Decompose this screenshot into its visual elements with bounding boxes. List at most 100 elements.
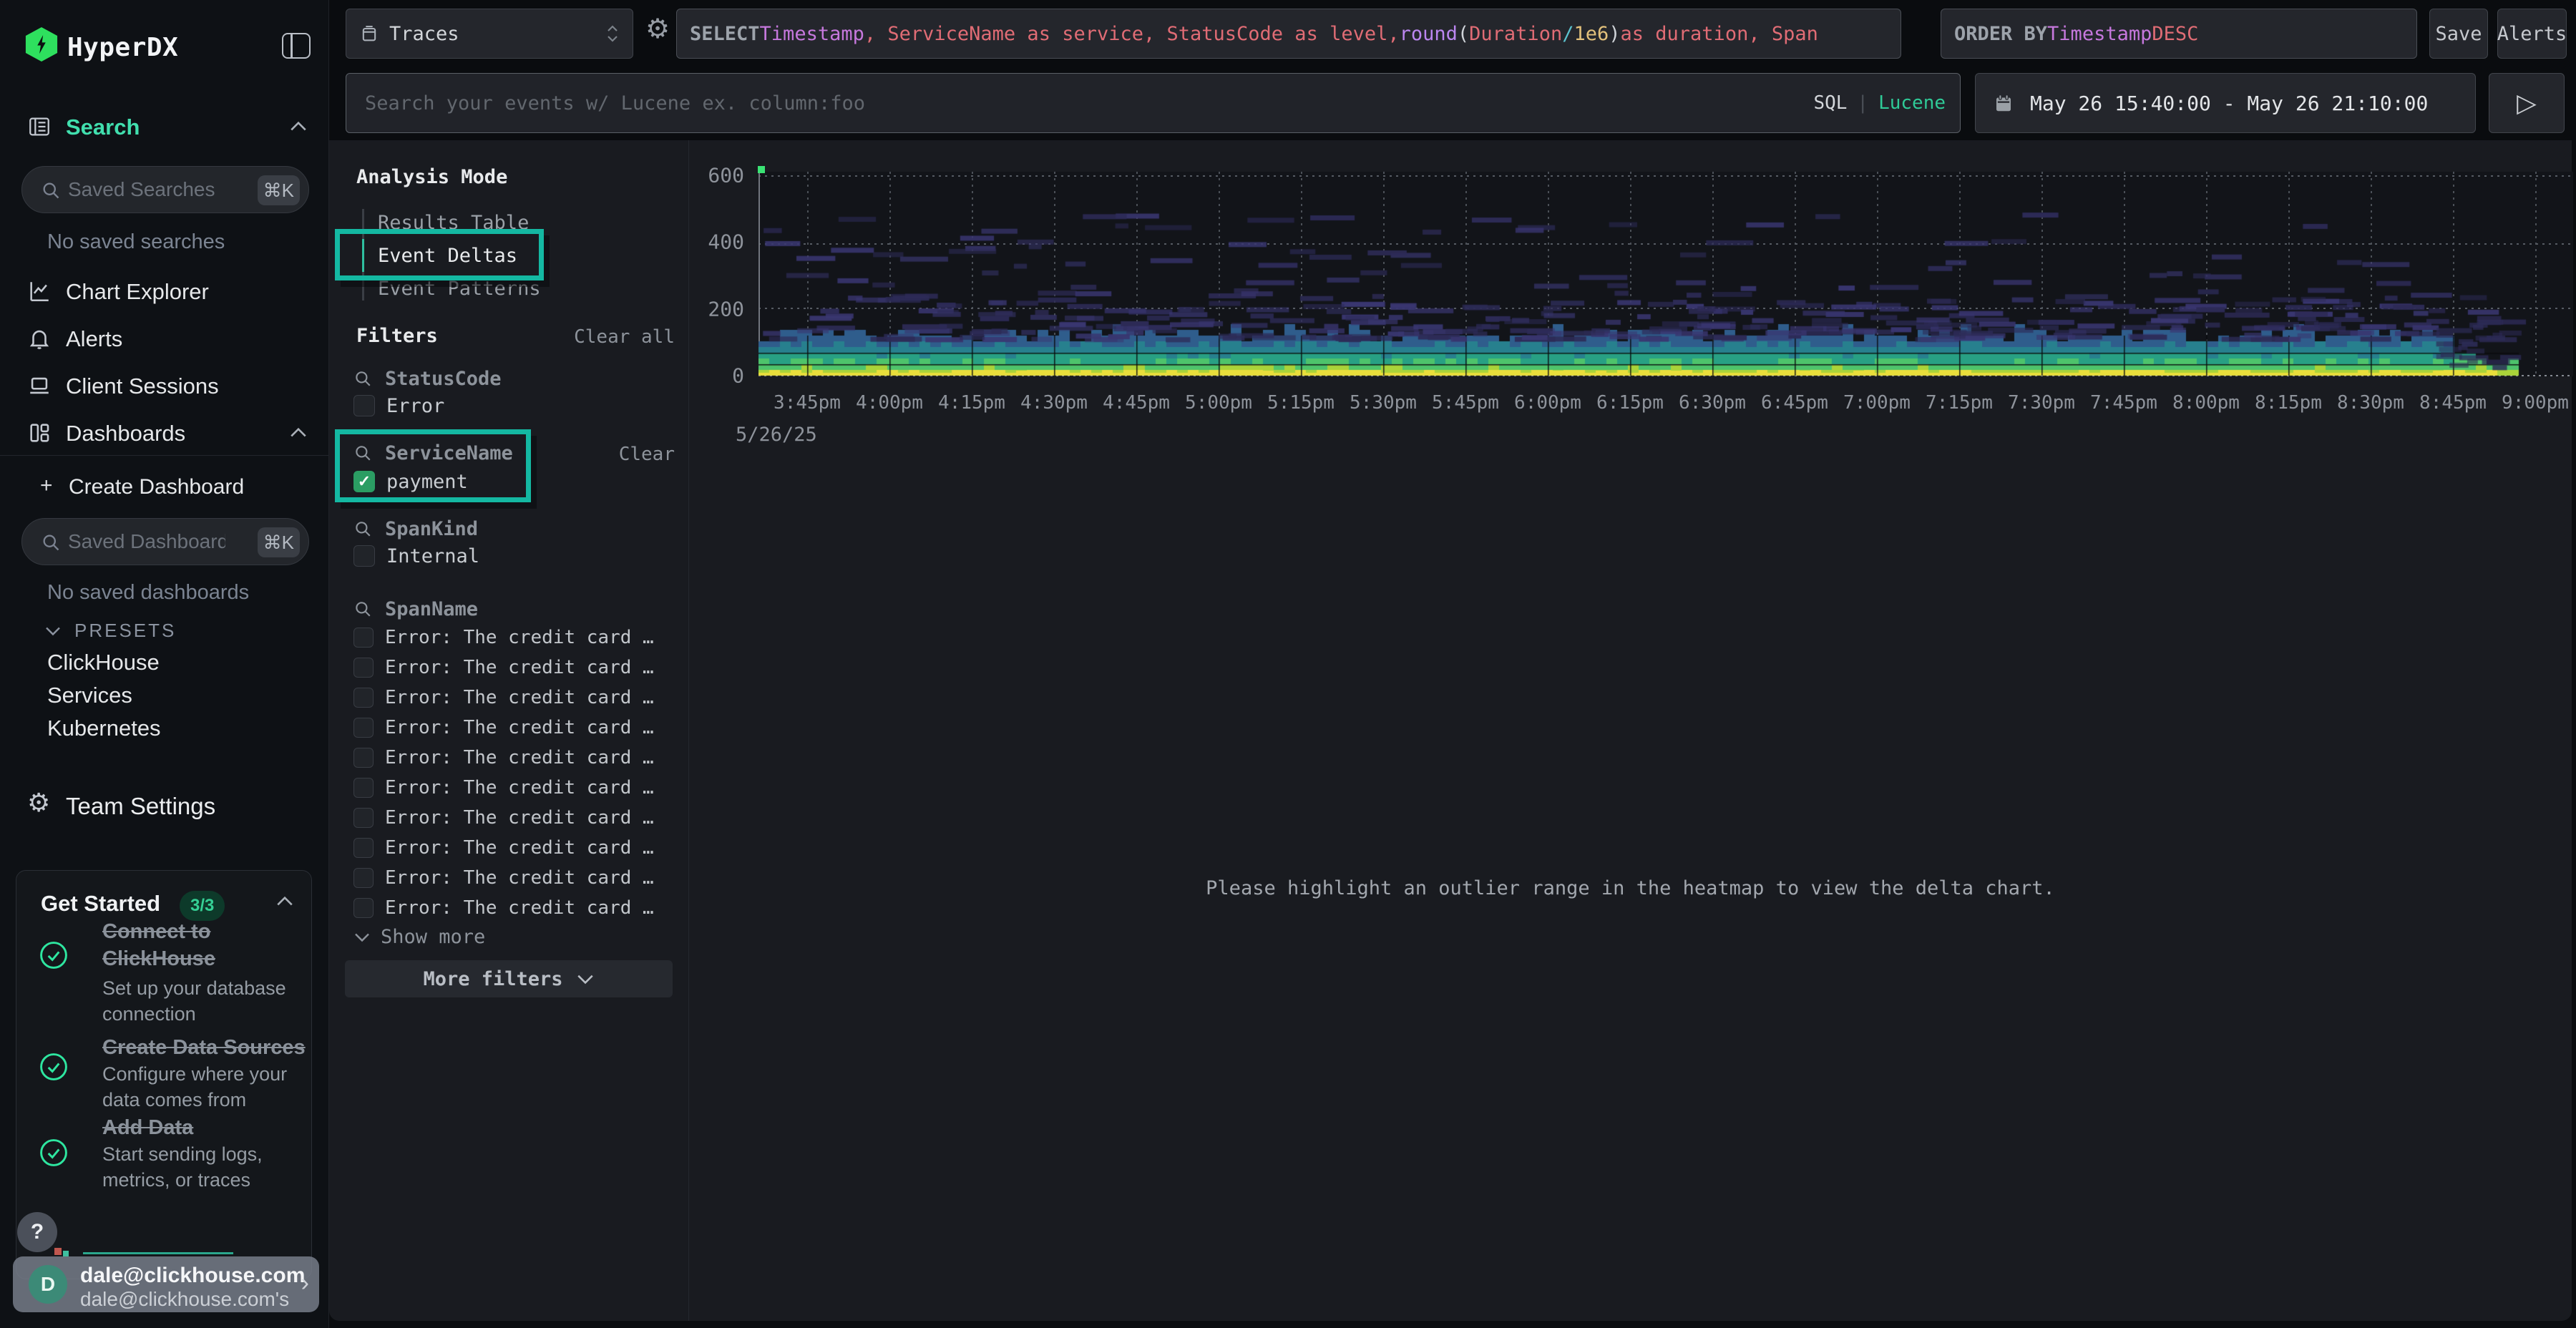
x-axis-tick-label: 4:15pm bbox=[938, 392, 1005, 414]
saved-dashboards-search[interactable]: ⌘K bbox=[21, 518, 309, 565]
saved-searches-search[interactable]: ⌘K bbox=[21, 166, 309, 213]
avatar: D bbox=[29, 1265, 67, 1304]
show-more-label: Show more bbox=[381, 926, 485, 948]
checkbox-unchecked[interactable] bbox=[353, 748, 374, 768]
sql-select-editor[interactable]: SELECT Timestamp, ServiceName as service… bbox=[676, 9, 1901, 59]
search-icon[interactable] bbox=[353, 369, 374, 389]
sidebar-item-chart-explorer[interactable]: Chart Explorer bbox=[0, 278, 328, 309]
filter-option-spanname[interactable]: Error: The credit card … bbox=[353, 687, 654, 708]
query-language-toggle[interactable]: SQL | Lucene bbox=[1813, 92, 1960, 114]
event-search-bar[interactable]: SQL | Lucene bbox=[346, 73, 1961, 133]
preset-clickhouse[interactable]: ClickHouse bbox=[47, 650, 160, 675]
task-title[interactable]: Add Data bbox=[102, 1114, 193, 1141]
saved-dashboards-input[interactable] bbox=[68, 519, 225, 565]
filter-option-spanname[interactable]: Error: The credit card … bbox=[353, 777, 654, 798]
checkbox-unchecked[interactable] bbox=[353, 898, 374, 918]
time-range-picker[interactable]: May 26 15:40:00 - May 26 21:10:00 bbox=[1975, 73, 2476, 133]
sidebar-item-label: Client Sessions bbox=[66, 374, 219, 399]
get-started-card: Get Started 3/3 Connect to ClickHouse Se… bbox=[16, 870, 312, 1279]
sidebar-collapse-icon[interactable] bbox=[282, 33, 311, 59]
filter-option-spanname[interactable]: Error: The credit card … bbox=[353, 807, 654, 828]
preset-services[interactable]: Services bbox=[47, 683, 132, 708]
presets-toggle[interactable]: PRESETS bbox=[44, 620, 176, 642]
filter-group-name: StatusCode bbox=[385, 368, 502, 390]
filter-option-label: Error: The credit card … bbox=[385, 807, 654, 829]
sql-mode-option[interactable]: SQL bbox=[1813, 92, 1847, 114]
run-search-button[interactable]: ▷ bbox=[2489, 73, 2565, 133]
heatmap-canvas[interactable] bbox=[758, 172, 2573, 376]
mode-track-active-indicator bbox=[362, 239, 364, 272]
chevron-up-icon[interactable] bbox=[289, 120, 308, 132]
analysis-mode-heading: Analysis Mode bbox=[356, 166, 507, 188]
filter-group-name: SpanKind bbox=[385, 518, 478, 540]
time-range-value: May 26 15:40:00 - May 26 21:10:00 bbox=[2030, 92, 2428, 115]
chevron-up-icon[interactable] bbox=[275, 895, 294, 907]
sql-orderby-editor[interactable]: ORDER BY Timestamp DESC bbox=[1941, 9, 2417, 59]
filter-option-spanname[interactable]: Error: The credit card … bbox=[353, 837, 654, 858]
create-dashboard-button[interactable]: + Create Dashboard bbox=[0, 474, 328, 505]
checkbox-unchecked[interactable] bbox=[353, 838, 374, 858]
task-title[interactable]: Connect to bbox=[102, 918, 210, 945]
filter-option-label: Error: The credit card … bbox=[385, 687, 654, 708]
filter-option-spanname[interactable]: Error: The credit card … bbox=[353, 627, 654, 648]
search-icon[interactable] bbox=[353, 600, 374, 620]
heatmap-panel: 600 400 200 0 3:45pm4:00pm4:15pm4:30pm4: bbox=[689, 140, 2572, 1321]
lucene-mode-option[interactable]: Lucene bbox=[1878, 92, 1946, 114]
help-button[interactable]: ? bbox=[17, 1212, 57, 1252]
save-button[interactable]: Save bbox=[2429, 9, 2488, 59]
mode-event-patterns[interactable]: Event Patterns bbox=[378, 278, 541, 300]
x-axis-tick-label: 4:30pm bbox=[1020, 392, 1088, 414]
no-saved-dashboards-text: No saved dashboards bbox=[47, 581, 249, 605]
checkbox-unchecked[interactable] bbox=[353, 868, 374, 888]
search-icon[interactable] bbox=[353, 444, 374, 464]
task-title[interactable]: ClickHouse bbox=[102, 945, 215, 972]
x-axis-tick-label: 4:45pm bbox=[1103, 392, 1170, 414]
sidebar-item-client-sessions[interactable]: Client Sessions bbox=[0, 372, 328, 404]
source-settings-gear-icon[interactable]: ⚙ bbox=[645, 16, 670, 43]
filter-option-spanname[interactable]: Error: The credit card … bbox=[353, 657, 654, 678]
clear-all-filters-link[interactable]: Clear all bbox=[574, 326, 675, 348]
sidebar-item-alerts[interactable]: Alerts bbox=[0, 325, 328, 356]
checkbox-unchecked[interactable] bbox=[353, 395, 375, 416]
user-menu[interactable]: D dale@clickhouse.com dale@clickhouse.co… bbox=[13, 1256, 319, 1312]
filter-option-spanname[interactable]: Error: The credit card … bbox=[353, 897, 654, 918]
checkbox-unchecked[interactable] bbox=[353, 688, 374, 708]
filter-group-spanname: SpanName bbox=[353, 598, 478, 620]
filter-option-spanname[interactable]: Error: The credit card … bbox=[353, 867, 654, 888]
sidebar-item-team-settings[interactable]: ⚙ Team Settings bbox=[0, 791, 328, 823]
mode-results-table[interactable]: Results Table bbox=[378, 212, 529, 234]
show-more-toggle[interactable]: Show more bbox=[353, 926, 485, 948]
checkbox-unchecked[interactable] bbox=[353, 718, 374, 738]
hyperdx-logo-icon bbox=[24, 27, 59, 62]
filter-option-payment[interactable]: payment bbox=[353, 469, 468, 494]
checkbox-unchecked[interactable] bbox=[353, 545, 375, 567]
checkbox-unchecked[interactable] bbox=[353, 658, 374, 678]
sidebar-item-dashboards[interactable]: Dashboards bbox=[0, 419, 328, 451]
filter-option-label: Error: The credit card … bbox=[385, 627, 654, 648]
checkbox-checked[interactable] bbox=[353, 471, 375, 492]
filter-option-label: Error bbox=[386, 395, 444, 417]
sidebar-item-search[interactable]: Search bbox=[0, 113, 328, 145]
checkbox-unchecked[interactable] bbox=[353, 778, 374, 798]
chevron-up-icon[interactable] bbox=[289, 426, 308, 438]
filter-option-spanname[interactable]: Error: The credit card … bbox=[353, 717, 654, 738]
mode-event-deltas[interactable]: Event Deltas bbox=[378, 245, 517, 267]
search-icon[interactable] bbox=[353, 519, 374, 540]
source-select[interactable]: Traces bbox=[346, 9, 633, 59]
y-axis-tick-label: 600 bbox=[689, 164, 744, 187]
saved-searches-input[interactable] bbox=[68, 167, 225, 213]
alerts-button[interactable]: Alerts bbox=[2497, 9, 2567, 59]
preset-kubernetes[interactable]: Kubernetes bbox=[47, 716, 161, 741]
filter-option-internal[interactable]: Internal bbox=[353, 544, 479, 568]
checkbox-unchecked[interactable] bbox=[353, 628, 374, 648]
more-filters-button[interactable]: More filters bbox=[345, 960, 673, 997]
filter-option-error[interactable]: Error bbox=[353, 394, 444, 418]
search-input[interactable] bbox=[346, 74, 1813, 132]
database-icon bbox=[359, 23, 379, 44]
task-title[interactable]: Create Data Sources bbox=[102, 1034, 306, 1061]
filter-option-spanname[interactable]: Error: The credit card … bbox=[353, 747, 654, 768]
filter-group-name: ServiceName bbox=[385, 442, 513, 464]
heatmap-plot[interactable] bbox=[758, 172, 2573, 376]
checkbox-unchecked[interactable] bbox=[353, 808, 374, 828]
clear-servicename-link[interactable]: Clear bbox=[619, 444, 675, 465]
